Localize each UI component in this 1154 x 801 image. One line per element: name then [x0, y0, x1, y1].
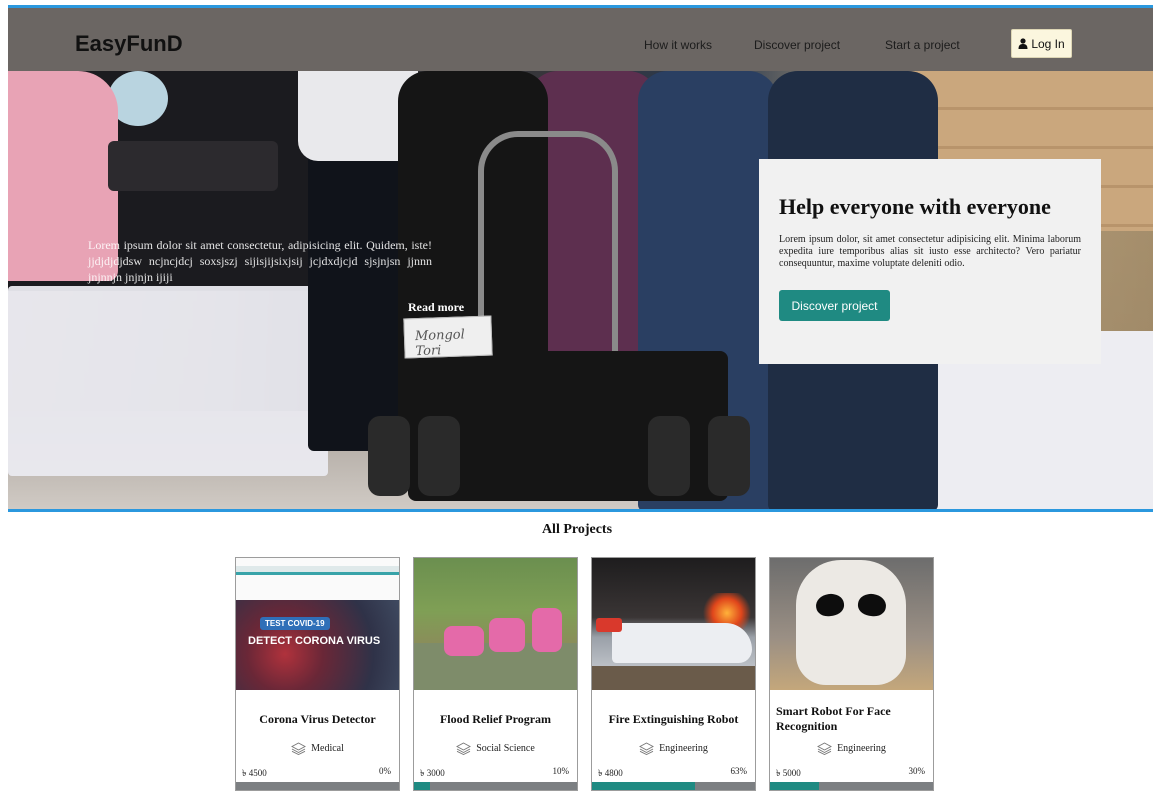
login-label: Log In [1031, 36, 1065, 51]
goal-amount: ৳ 3000 [420, 768, 445, 778]
image-base [592, 666, 755, 690]
read-more-link[interactable]: Read more [408, 300, 464, 315]
hero-paragraph: Lorem ipsum dolor sit amet consectetur, … [88, 238, 432, 284]
user-icon [1018, 38, 1028, 49]
image-shape [532, 608, 562, 652]
hero-card-text: Lorem ipsum dolor, sit amet consectetur … [779, 234, 1081, 269]
progress-fill [592, 782, 695, 790]
layers-icon [456, 742, 472, 755]
funded-percent: 30% [908, 766, 926, 776]
hero-photo-drone [108, 141, 278, 191]
project-title[interactable]: Corona Virus Detector [242, 701, 393, 737]
hero-info-card: Help everyone with everyone Lorem ipsum … [759, 159, 1101, 364]
image-spray [612, 623, 752, 663]
project-title[interactable]: Smart Robot For Face Recognition [776, 701, 927, 737]
hero-photo-sign: Mongol Tori [403, 315, 493, 360]
funded-percent: 63% [730, 766, 748, 776]
progress-bar [592, 782, 755, 790]
progress-bar [414, 782, 577, 790]
image-bar [236, 572, 399, 575]
progress-bar [770, 782, 933, 790]
image-tag: TEST COVID-19 [260, 617, 330, 630]
progress-fill [414, 782, 431, 790]
hero-photo-robot [478, 131, 618, 371]
progress-fill [770, 782, 819, 790]
goal-amount: ৳ 4800 [598, 768, 623, 778]
discover-project-button[interactable]: Discover project [779, 290, 890, 321]
image-robot-head [796, 560, 906, 685]
nav-how-it-works[interactable]: How it works [644, 38, 712, 52]
nav-start-project[interactable]: Start a project [885, 38, 960, 52]
category-label: Social Science [476, 743, 535, 754]
hero-photo-table [8, 286, 328, 476]
project-category: Engineering [770, 742, 933, 755]
hero-photo-wheel [648, 416, 690, 496]
hero-divider [8, 509, 1153, 512]
top-navbar: EasyFunD How it works Discover project S… [8, 5, 1153, 71]
hero-photo-wheel [708, 416, 750, 496]
hero-banner: Mongol Tori Lorem ipsum dolor sit amet c… [8, 71, 1153, 511]
project-card[interactable]: Flood Relief Program Social Science ৳ 30… [413, 557, 578, 791]
funded-percent: 10% [552, 766, 570, 776]
image-robot-eye [856, 592, 888, 618]
hero-photo-sign-text: Mongol Tori [414, 327, 466, 360]
image-robot-eye [814, 592, 846, 618]
hero-photo-wheel [368, 416, 410, 496]
project-category: Social Science [414, 742, 577, 755]
project-card[interactable]: Smart Robot For Face Recognition Enginee… [769, 557, 934, 791]
image-headline: DETECT CORONA VIRUS [248, 635, 381, 647]
layers-icon [291, 742, 307, 755]
project-image: TEST COVID-19 DETECT CORONA VIRUS [236, 558, 399, 690]
nav-discover-project[interactable]: Discover project [754, 38, 840, 52]
image-hose [596, 618, 622, 632]
project-category: Engineering [592, 742, 755, 755]
layers-icon [639, 742, 655, 755]
project-title[interactable]: Fire Extinguishing Robot [598, 701, 749, 737]
progress-bar [236, 782, 399, 790]
project-title[interactable]: Flood Relief Program [420, 701, 571, 737]
funded-percent: 0% [379, 766, 391, 776]
project-image [770, 558, 933, 690]
category-label: Engineering [837, 743, 886, 754]
project-card[interactable]: TEST COVID-19 DETECT CORONA VIRUS Corona… [235, 557, 400, 791]
project-image [414, 558, 577, 690]
login-button[interactable]: Log In [1011, 29, 1072, 58]
project-card[interactable]: Fire Extinguishing Robot Engineering ৳ 4… [591, 557, 756, 791]
image-shape [444, 626, 484, 656]
image-shape [489, 618, 525, 652]
project-category: Medical [236, 742, 399, 755]
section-title: All Projects [541, 522, 613, 537]
brand-logo[interactable]: EasyFunD [75, 31, 183, 57]
category-label: Medical [311, 743, 344, 754]
category-label: Engineering [659, 743, 708, 754]
hero-card-title: Help everyone with everyone [779, 194, 1051, 219]
hero-photo-wheel [418, 416, 460, 496]
layers-icon [817, 742, 833, 755]
goal-amount: ৳ 4500 [242, 768, 267, 778]
project-image [592, 558, 755, 690]
goal-amount: ৳ 5000 [776, 768, 801, 778]
